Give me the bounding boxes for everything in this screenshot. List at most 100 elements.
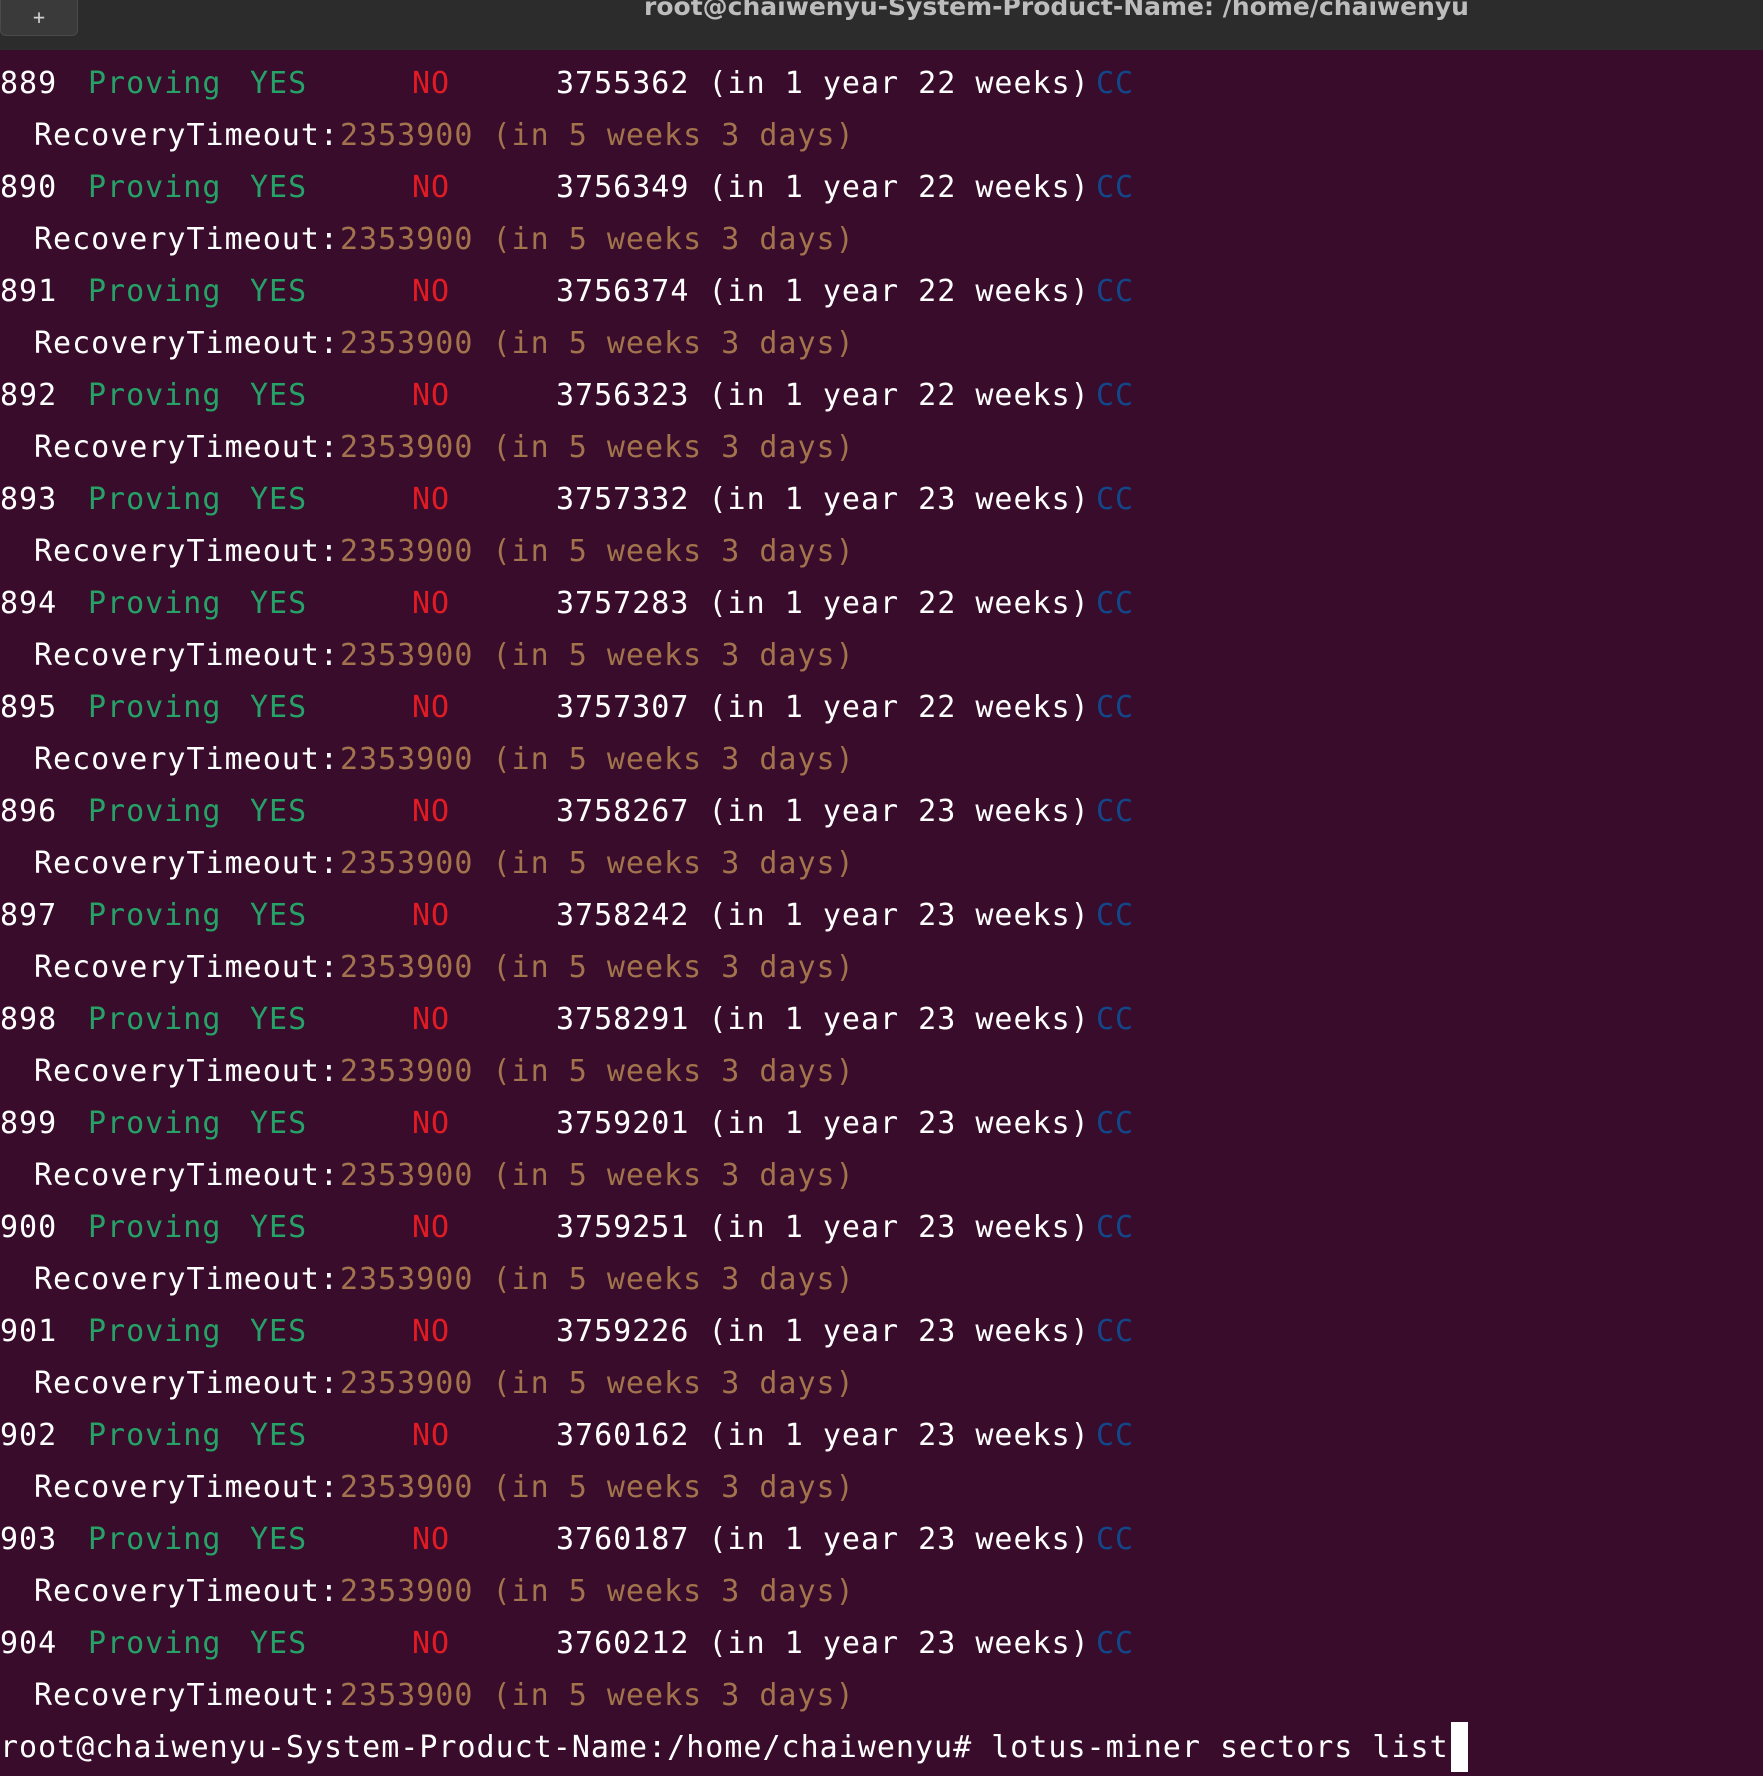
sector-state: Proving [88, 794, 222, 829]
recovery-timeout-label: RecoveryTimeout: [34, 1574, 339, 1609]
terminal-output[interactable]: 889 Proving YES NO 3755362 (in 1 year 22 wee… [0, 50, 1763, 1776]
sector-expiration: 3759226 (in 1 year 23 weeks) [556, 1314, 1090, 1349]
sector-deals: CC [1096, 898, 1135, 933]
sector-expiration: 3755362 (in 1 year 22 weeks) [556, 66, 1090, 101]
sector-deals: CC [1096, 690, 1135, 725]
recovery-timeout-value: 2353900 (in 5 weeks 3 days) [340, 1678, 855, 1713]
sector-state: Proving [88, 1002, 222, 1037]
sector-deals: CC [1096, 1210, 1135, 1245]
sector-on-chain: YES [250, 1106, 308, 1141]
recovery-timeout-label: RecoveryTimeout: [34, 1262, 339, 1297]
recovery-timeout-value: 2353900 (in 5 weeks 3 days) [340, 638, 855, 673]
sector-faulty: NO [412, 1626, 451, 1661]
sector-expiration: 3759251 (in 1 year 23 weeks) [556, 1210, 1090, 1245]
sector-faulty: NO [412, 66, 451, 101]
recovery-timeout-label: RecoveryTimeout: [34, 1054, 339, 1089]
sector-id: 889 [0, 66, 58, 101]
recovery-timeout-label: RecoveryTimeout: [34, 118, 339, 153]
sector-state: Proving [88, 378, 222, 413]
recovery-timeout-label: RecoveryTimeout: [34, 742, 339, 777]
sector-on-chain: YES [250, 1522, 308, 1557]
sector-faulty: NO [412, 794, 451, 829]
sector-id: 896 [0, 794, 58, 829]
sector-on-chain: YES [250, 1626, 308, 1661]
sector-faulty: NO [412, 1002, 451, 1037]
sector-on-chain: YES [250, 586, 308, 621]
recovery-timeout-value: 2353900 (in 5 weeks 3 days) [340, 1470, 855, 1505]
sector-faulty: NO [412, 170, 451, 205]
sector-on-chain: YES [250, 378, 308, 413]
recovery-timeout-label: RecoveryTimeout: [34, 638, 339, 673]
sector-deals: CC [1096, 1626, 1135, 1661]
sector-on-chain: YES [250, 1210, 308, 1245]
sector-expiration: 3760162 (in 1 year 23 weeks) [556, 1418, 1090, 1453]
sector-faulty: NO [412, 1418, 451, 1453]
sector-deals: CC [1096, 66, 1135, 101]
sector-faulty: NO [412, 274, 451, 309]
sector-state: Proving [88, 66, 222, 101]
sector-deals: CC [1096, 378, 1135, 413]
sector-state: Proving [88, 586, 222, 621]
sector-on-chain: YES [250, 1418, 308, 1453]
recovery-timeout-value: 2353900 (in 5 weeks 3 days) [340, 950, 855, 985]
sector-state: Proving [88, 1626, 222, 1661]
sector-on-chain: YES [250, 898, 308, 933]
sector-on-chain: YES [250, 66, 308, 101]
sector-id: 894 [0, 586, 58, 621]
sector-faulty: NO [412, 1522, 451, 1557]
sector-expiration: 3759201 (in 1 year 23 weeks) [556, 1106, 1090, 1141]
recovery-timeout-label: RecoveryTimeout: [34, 950, 339, 985]
sector-expiration: 3760187 (in 1 year 23 weeks) [556, 1522, 1090, 1557]
window-titlebar: + root@chaiwenyu-System-Product-Name: /h… [0, 0, 1763, 50]
sector-id: 902 [0, 1418, 58, 1453]
sector-state: Proving [88, 170, 222, 205]
sector-faulty: NO [412, 1106, 451, 1141]
recovery-timeout-label: RecoveryTimeout: [34, 534, 339, 569]
sector-id: 898 [0, 1002, 58, 1037]
sector-id: 891 [0, 274, 58, 309]
sector-faulty: NO [412, 378, 451, 413]
recovery-timeout-label: RecoveryTimeout: [34, 1678, 339, 1713]
sector-deals: CC [1096, 274, 1135, 309]
sector-expiration: 3760212 (in 1 year 23 weeks) [556, 1626, 1090, 1661]
sector-deals: CC [1096, 1106, 1135, 1141]
sector-faulty: NO [412, 690, 451, 725]
sector-id: 904 [0, 1626, 58, 1661]
sector-deals: CC [1096, 170, 1135, 205]
recovery-timeout-value: 2353900 (in 5 weeks 3 days) [340, 1158, 855, 1193]
recovery-timeout-label: RecoveryTimeout: [34, 326, 339, 361]
recovery-timeout-value: 2353900 (in 5 weeks 3 days) [340, 742, 855, 777]
sector-faulty: NO [412, 898, 451, 933]
sector-on-chain: YES [250, 170, 308, 205]
sector-state: Proving [88, 898, 222, 933]
recovery-timeout-value: 2353900 (in 5 weeks 3 days) [340, 430, 855, 465]
recovery-timeout-value: 2353900 (in 5 weeks 3 days) [340, 118, 855, 153]
sector-state: Proving [88, 1314, 222, 1349]
sector-deals: CC [1096, 1314, 1135, 1349]
sector-deals: CC [1096, 586, 1135, 621]
prompt-text: root@chaiwenyu-System-Product-Name:/home… [0, 1730, 973, 1765]
sector-id: 893 [0, 482, 58, 517]
recovery-timeout-label: RecoveryTimeout: [34, 1470, 339, 1505]
sector-expiration: 3756374 (in 1 year 22 weeks) [556, 274, 1090, 309]
sector-faulty: NO [412, 1210, 451, 1245]
recovery-timeout-label: RecoveryTimeout: [34, 1158, 339, 1193]
sector-on-chain: YES [250, 1314, 308, 1349]
recovery-timeout-value: 2353900 (in 5 weeks 3 days) [340, 326, 855, 361]
sector-expiration: 3756323 (in 1 year 22 weeks) [556, 378, 1090, 413]
recovery-timeout-label: RecoveryTimeout: [34, 1366, 339, 1401]
sector-faulty: NO [412, 586, 451, 621]
sector-expiration: 3757283 (in 1 year 22 weeks) [556, 586, 1090, 621]
recovery-timeout-value: 2353900 (in 5 weeks 3 days) [340, 222, 855, 257]
sector-id: 895 [0, 690, 58, 725]
recovery-timeout-value: 2353900 (in 5 weeks 3 days) [340, 534, 855, 569]
command-prompt-line[interactable]: root@chaiwenyu-System-Product-Name:/home… [0, 1722, 1468, 1774]
sector-faulty: NO [412, 482, 451, 517]
command-text: lotus-miner sectors list [991, 1730, 1449, 1765]
sector-state: Proving [88, 1522, 222, 1557]
recovery-timeout-value: 2353900 (in 5 weeks 3 days) [340, 1574, 855, 1609]
window-title: root@chaiwenyu-System-Product-Name: /hom… [644, 0, 1469, 21]
sector-expiration: 3758242 (in 1 year 23 weeks) [556, 898, 1090, 933]
sector-id: 892 [0, 378, 58, 413]
recovery-timeout-label: RecoveryTimeout: [34, 222, 339, 257]
